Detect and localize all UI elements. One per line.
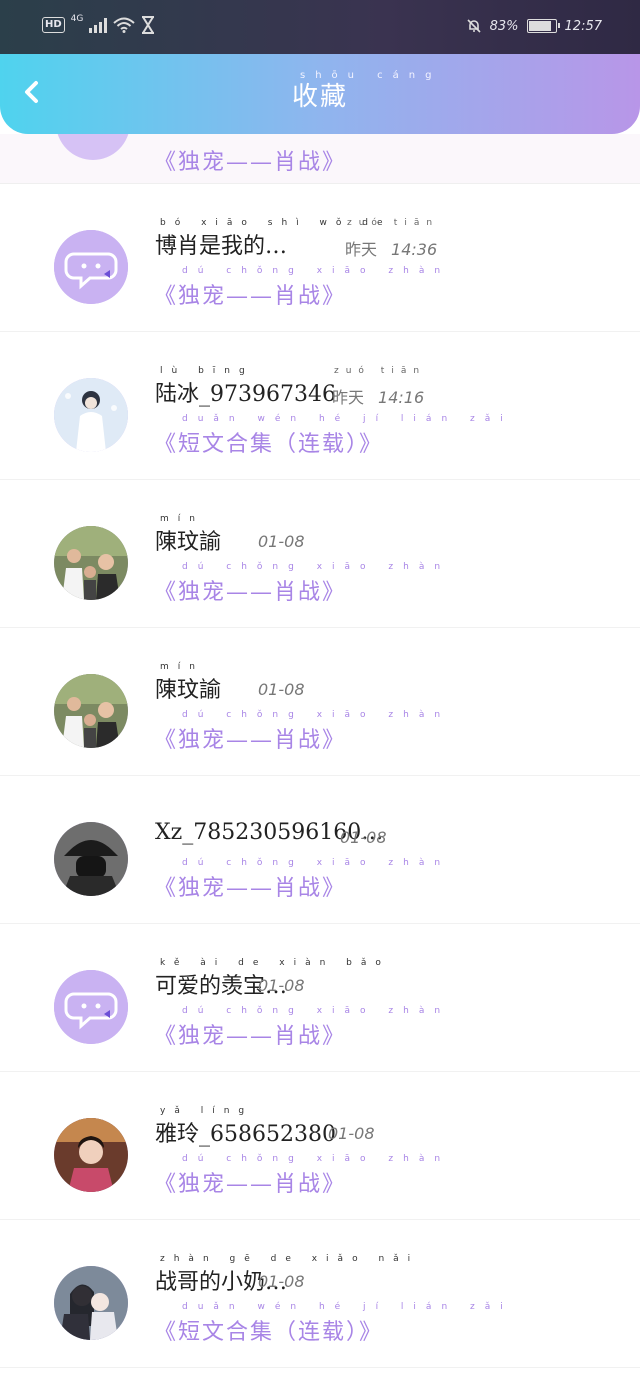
list-item-time: 01-08 <box>328 1124 375 1143</box>
signal-icon <box>89 17 108 33</box>
list-item-name-pinyin: mín <box>160 662 204 672</box>
list-item-time: 01-08 <box>340 828 387 847</box>
list-item[interactable]: mín 陳玟諭 01-08 dú chǒng xiāo zhàn 《独宠——肖战》 <box>0 480 640 628</box>
status-right: 83% 12:57 <box>466 18 602 34</box>
list-item-time: 01-08 <box>258 1272 305 1291</box>
list-item-name: 陳玟諭 <box>155 530 222 555</box>
hourglass-icon <box>142 16 155 34</box>
avatar <box>56 134 130 160</box>
status-bar: HD 4G 83% 12:57 <box>0 0 640 54</box>
avatar <box>54 970 128 1044</box>
list-item-time-value: 14:36 <box>391 240 438 259</box>
list-item-time-value: 01-08 <box>328 1124 375 1143</box>
list-item-time: 昨天 14:36 <box>345 236 437 260</box>
list-item-time-pinyin: zuó tiān <box>334 366 427 376</box>
list-item-subtitle-pinyin: duǎn wén hé jí lián zǎi <box>182 414 513 424</box>
page-title-pinyin: shōu cáng <box>300 70 442 81</box>
header-bar: shōu cáng 收藏 <box>0 54 640 134</box>
list-item-name: 雅玲_658652380 <box>155 1122 336 1147</box>
list-item-subtitle: 《短文合集（连载）》 <box>154 1320 384 1345</box>
list-item-time-value: 01-08 <box>340 828 387 847</box>
hd-icon: HD <box>42 17 65 33</box>
list-item-time: 01-08 <box>258 680 305 699</box>
list-item-subtitle: 《独宠——肖战》 <box>154 150 347 175</box>
list-item-subtitle-pinyin: dú chǒng xiāo zhàn <box>182 710 451 720</box>
list-item-subtitle-pinyin: dú chǒng xiāo zhàn <box>182 562 451 572</box>
list-item-name-pinyin: kě ài de xiàn bǎo <box>160 958 390 968</box>
battery-percent: 83% <box>489 18 519 34</box>
list-item-name: 博肖是我的… <box>155 234 288 259</box>
avatar <box>54 822 128 896</box>
list-item[interactable]: yǎ líng 雅玲_658652380 01-08 dú chǒng xiāo zh… <box>0 1072 640 1220</box>
list-item-subtitle-pinyin: dú chǒng xiāo zhàn <box>182 266 451 276</box>
list-item-time-pinyin: zuó tiān <box>347 218 440 228</box>
network-type: 4G <box>70 14 84 24</box>
favorites-list: 《独宠——肖战》 bó xiāo shì wǒ de 博肖是我的… zuó tiān… <box>0 134 640 1368</box>
list-item-subtitle: 《独宠——肖战》 <box>154 728 347 753</box>
list-item-partial[interactable]: 《独宠——肖战》 <box>0 134 640 184</box>
list-item-time-value: 01-08 <box>258 976 305 995</box>
status-left: HD 4G <box>42 14 155 34</box>
wifi-icon <box>113 17 136 33</box>
list-item-subtitle-pinyin: dú chǒng xiāo zhàn <box>182 858 451 868</box>
list-item[interactable]: lù bīng 陆冰_973967346 zuó tiān 昨天 14:16 duǎn w… <box>0 332 640 480</box>
list-item-time-value: 14:16 <box>378 388 425 407</box>
bell-muted-icon <box>467 19 481 33</box>
list-item-time-value: 01-08 <box>258 532 305 551</box>
avatar <box>54 1118 128 1192</box>
list-item-name-pinyin: lù bīng <box>160 366 254 376</box>
list-item-subtitle: 《短文合集（连载）》 <box>154 432 384 457</box>
list-item-time-prefix: 昨天 <box>345 240 378 259</box>
list-item[interactable]: mín 陳玟諭 01-08 dú chǒng xiāo zhàn 《独宠——肖战》 <box>0 628 640 776</box>
avatar <box>54 1266 128 1340</box>
list-item-subtitle: 《独宠——肖战》 <box>154 284 347 309</box>
list-item-subtitle-pinyin: duǎn wén hé jí lián zǎi <box>182 1302 513 1312</box>
list-item-subtitle: 《独宠——肖战》 <box>154 1024 347 1049</box>
list-item-time: 01-08 <box>258 976 305 995</box>
list-item-time: 昨天 14:16 <box>332 384 424 408</box>
list-item-subtitle-pinyin: dú chǒng xiāo zhàn <box>182 1006 451 1016</box>
list-item-time-value: 01-08 <box>258 1272 305 1291</box>
title-wrap: shōu cáng 收藏 <box>0 70 640 113</box>
clock: 12:57 <box>564 18 602 34</box>
list-item-time: 01-08 <box>258 532 305 551</box>
list-item[interactable]: zhàn gē de xiǎo nǎi 战哥的小奶… 01-08 duǎn wén h… <box>0 1220 640 1368</box>
avatar <box>54 378 128 452</box>
avatar <box>54 674 128 748</box>
list-item-name: 陳玟諭 <box>155 678 222 703</box>
avatar <box>54 230 128 304</box>
list-item-subtitle: 《独宠——肖战》 <box>154 876 347 901</box>
list-item-name-pinyin: zhàn gē de xiǎo nǎi <box>160 1254 420 1264</box>
page-title: 收藏 <box>291 82 348 112</box>
list-item-name-pinyin: mín <box>160 514 204 524</box>
list-item-name: 陆冰_973967346 <box>155 382 336 407</box>
list-item-time-prefix: 昨天 <box>332 388 365 407</box>
battery-icon <box>526 19 560 33</box>
list-item-subtitle-pinyin: dú chǒng xiāo zhàn <box>182 1154 451 1164</box>
list-item[interactable]: kě ài de xiàn bǎo 可爱的羡宝… 01-08 dú chǒng xiā… <box>0 924 640 1072</box>
avatar <box>54 526 128 600</box>
list-item[interactable]: bó xiāo shì wǒ de 博肖是我的… zuó tiān 昨天 14:36 dú… <box>0 184 640 332</box>
list-item-subtitle: 《独宠——肖战》 <box>154 580 347 605</box>
list-item-name-pinyin: yǎ líng <box>160 1106 254 1116</box>
list-item-time-value: 01-08 <box>258 680 305 699</box>
list-item-subtitle: 《独宠——肖战》 <box>154 1172 347 1197</box>
list-item[interactable]: Xz_785230596160… 01-08 dú chǒng xiāo zhàn 《… <box>0 776 640 924</box>
